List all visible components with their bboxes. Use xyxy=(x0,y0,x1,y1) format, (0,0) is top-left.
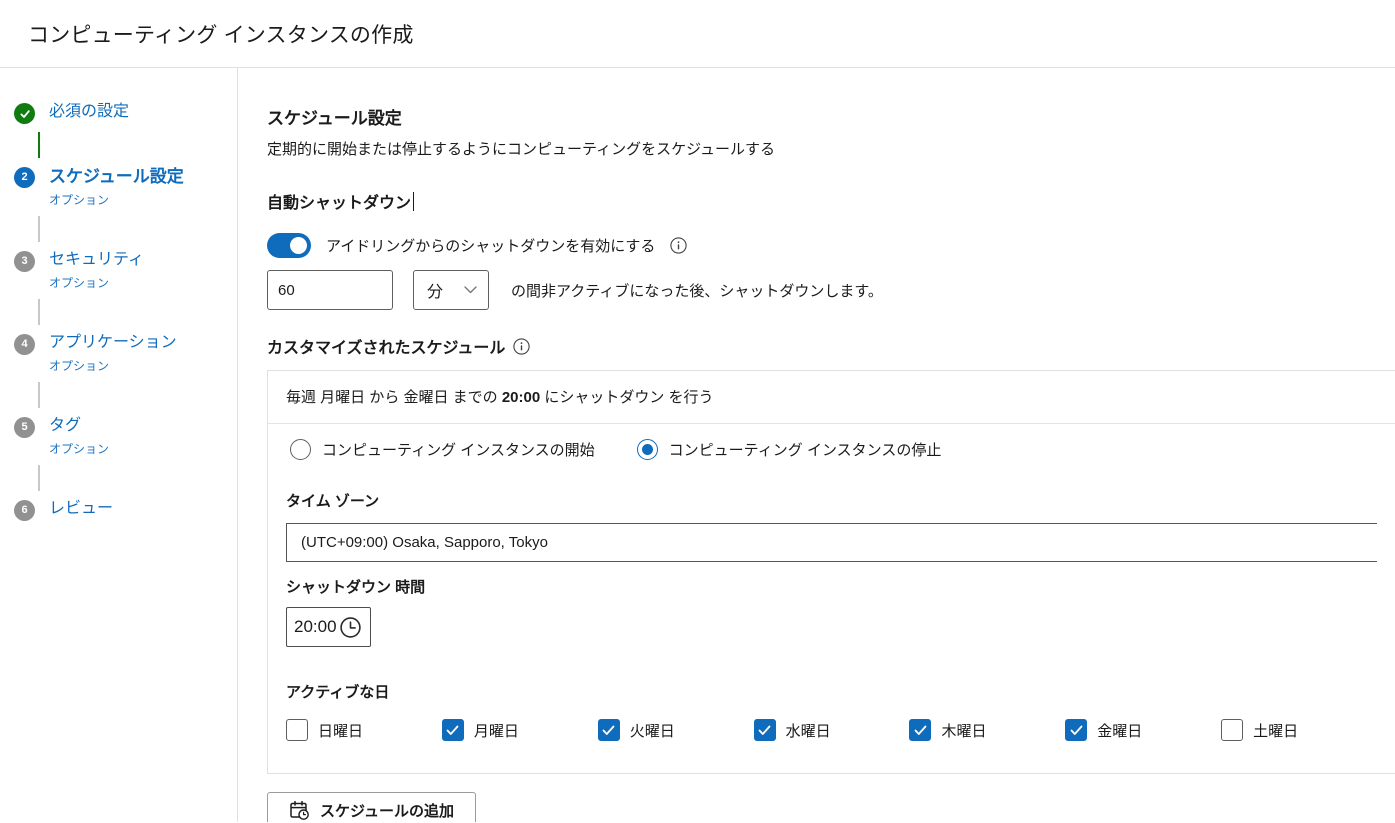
checkbox-icon xyxy=(286,719,308,741)
step-number-icon: 4 xyxy=(14,334,35,355)
checkbox-saturday[interactable]: 土曜日 xyxy=(1221,719,1377,741)
idle-shutdown-toggle[interactable] xyxy=(267,233,311,258)
checkbox-wednesday[interactable]: 水曜日 xyxy=(754,719,910,741)
idle-shutdown-toggle-label: アイドリングからのシャットダウンを有効にする xyxy=(326,235,655,256)
step-number-icon: 5 xyxy=(14,417,35,438)
step-number-icon: 2 xyxy=(14,167,35,188)
step-complete-check-icon xyxy=(14,103,35,124)
schedule-summary: 毎週 月曜日 から 金曜日 までの 20:00 にシャットダウン を行う xyxy=(268,371,1395,423)
radio-stop-instance[interactable]: コンピューティング インスタンスの停止 xyxy=(637,439,942,460)
checkbox-icon xyxy=(1065,719,1087,741)
step-optional-label: オプション xyxy=(49,440,109,457)
idle-shutdown-toggle-row: アイドリングからのシャットダウンを有効にする xyxy=(267,233,1395,258)
idle-suffix-text: の間非アクティブになった後、シャットダウンします。 xyxy=(511,280,883,301)
idle-unit-dropdown[interactable]: 分 xyxy=(413,270,489,310)
step-connector xyxy=(38,216,40,242)
add-schedule-button[interactable]: スケジュールの追加 xyxy=(267,792,476,822)
checkbox-monday[interactable]: 月曜日 xyxy=(442,719,598,741)
schedule-card: 毎週 月曜日 から 金曜日 までの 20:00 にシャットダウン を行う コンピ… xyxy=(267,370,1395,774)
idle-minutes-input[interactable] xyxy=(267,270,393,310)
step-optional-label: オプション xyxy=(49,191,184,208)
step-connector xyxy=(38,465,40,491)
sidebar-item-tags[interactable]: 5 タグ オプション xyxy=(14,416,229,457)
info-icon[interactable] xyxy=(513,338,530,355)
checkbox-icon xyxy=(909,719,931,741)
page-title: コンピューティング インスタンスの作成 xyxy=(28,19,414,49)
checkbox-icon xyxy=(442,719,464,741)
sidebar-item-required-settings[interactable]: 必須の設定 xyxy=(14,102,229,124)
info-icon[interactable] xyxy=(670,237,687,254)
add-schedule-button-label: スケジュールの追加 xyxy=(320,800,454,821)
sidebar-item-applications[interactable]: 4 アプリケーション オプション xyxy=(14,333,229,374)
section-description: 定期的に開始または停止するようにコンピューティングをスケジュールする xyxy=(267,138,1395,159)
step-connector xyxy=(38,132,40,158)
auto-shutdown-title: 自動シャットダウン xyxy=(267,189,1395,213)
timezone-label: タイム ゾーン xyxy=(286,490,1377,511)
text-cursor xyxy=(413,192,414,211)
step-label: レビュー xyxy=(49,499,113,519)
wizard-steps-sidebar: 必須の設定 2 スケジュール設定 オプション 3 セキュリティ オプション xyxy=(0,68,238,822)
checkbox-friday[interactable]: 金曜日 xyxy=(1065,719,1221,741)
timezone-value: (UTC+09:00) Osaka, Sapporo, Tokyo xyxy=(301,534,548,551)
shutdown-time-label: シャットダウン 時間 xyxy=(286,576,1377,597)
step-label: 必須の設定 xyxy=(49,102,129,122)
step-connector xyxy=(38,299,40,325)
step-label: セキュリティ xyxy=(49,250,144,270)
step-number-icon: 3 xyxy=(14,251,35,272)
toggle-knob xyxy=(290,237,307,254)
checkbox-tuesday[interactable]: 火曜日 xyxy=(598,719,754,741)
step-optional-label: オプション xyxy=(49,274,144,291)
step-label: アプリケーション xyxy=(49,333,177,353)
active-days-row: 日曜日 月曜日 火曜日 水曜日 xyxy=(286,719,1377,741)
shutdown-time-value: 20:00 xyxy=(294,617,337,637)
sidebar-item-schedule-settings[interactable]: 2 スケジュール設定 オプション xyxy=(14,166,229,208)
sidebar-item-security[interactable]: 3 セキュリティ オプション xyxy=(14,250,229,291)
clock-icon[interactable] xyxy=(339,616,362,639)
schedule-summary-time: 20:00 xyxy=(502,389,540,406)
custom-schedule-title: カスタマイズされたスケジュール xyxy=(267,334,1395,358)
radio-icon xyxy=(290,439,311,460)
step-label: タグ xyxy=(49,416,109,436)
idle-unit-value: 分 xyxy=(427,278,443,302)
radio-start-instance[interactable]: コンピューティング インスタンスの開始 xyxy=(290,439,595,460)
step-label: スケジュール設定 xyxy=(49,166,184,187)
idle-duration-row: 分 の間非アクティブになった後、シャットダウンします。 xyxy=(267,270,1395,310)
checkbox-icon xyxy=(1221,719,1243,741)
timezone-dropdown[interactable]: (UTC+09:00) Osaka, Sapporo, Tokyo xyxy=(286,523,1377,562)
page-header: コンピューティング インスタンスの作成 xyxy=(0,0,1395,68)
checkbox-thursday[interactable]: 木曜日 xyxy=(909,719,1065,741)
chevron-down-icon xyxy=(464,286,477,294)
schedule-settings-pane: スケジュール設定 定期的に開始または停止するようにコンピューティングをスケジュー… xyxy=(238,68,1395,822)
create-compute-instance-window: コンピューティング インスタンスの作成 必須の設定 2 スケジュール設定 オプシ… xyxy=(0,0,1395,823)
calendar-clock-icon xyxy=(289,800,310,821)
step-connector xyxy=(38,382,40,408)
shutdown-time-input[interactable]: 20:00 xyxy=(286,607,371,647)
schedule-action-radio-group: コンピューティング インスタンスの開始 コンピューティング インスタンスの停止 xyxy=(286,439,1377,460)
sidebar-item-review[interactable]: 6 レビュー xyxy=(14,499,229,521)
active-days-label: アクティブな日 xyxy=(286,681,1377,702)
section-title: スケジュール設定 xyxy=(267,104,1395,129)
checkbox-icon xyxy=(754,719,776,741)
radio-icon xyxy=(637,439,658,460)
checkbox-sunday[interactable]: 日曜日 xyxy=(286,719,442,741)
step-number-icon: 6 xyxy=(14,500,35,521)
step-optional-label: オプション xyxy=(49,357,177,374)
checkbox-icon xyxy=(598,719,620,741)
